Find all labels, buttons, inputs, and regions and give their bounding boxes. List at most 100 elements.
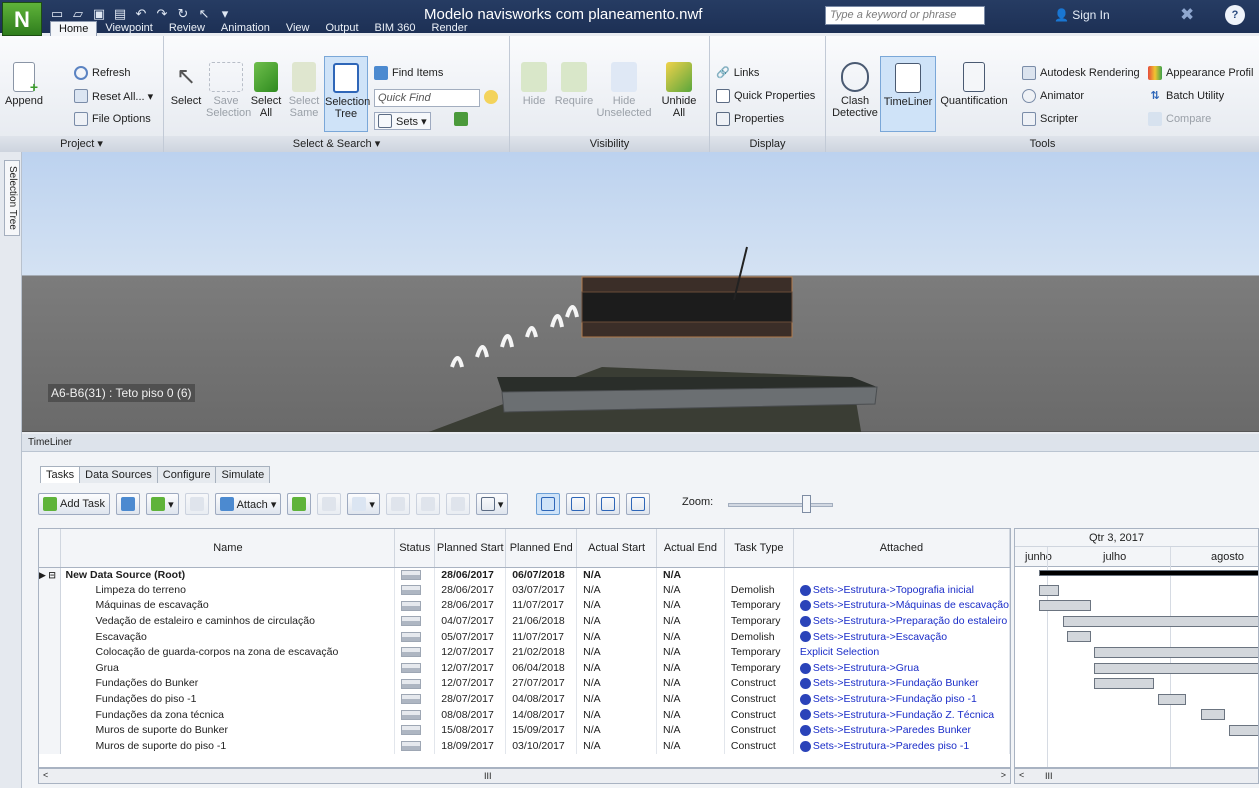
gantt-task-bar[interactable]: [1158, 693, 1186, 705]
column-header-planned-end[interactable]: Planned End: [505, 529, 578, 568]
table-row[interactable]: Grua 12/07/2017 06/04/2018 N/A N/A Temporary S…: [39, 660, 1010, 677]
quick-find-input[interactable]: Quick Find: [374, 89, 480, 107]
scroll-thumb-grip[interactable]: III: [484, 771, 492, 781]
tab-viewpoint[interactable]: Viewpoint: [97, 21, 161, 37]
indent-button[interactable]: [385, 493, 410, 515]
select-button[interactable]: ↖ Select: [168, 62, 204, 107]
autodesk-rendering-button[interactable]: Autodesk Rendering: [1022, 66, 1140, 80]
table-row[interactable]: Fundações do Bunker 12/07/2017 27/07/2017 N…: [39, 676, 1010, 692]
customize-qat-icon[interactable]: ▾: [218, 7, 232, 21]
gantt-task-bar[interactable]: [1067, 631, 1091, 643]
outdent-button[interactable]: [415, 493, 440, 515]
cell-sel[interactable]: [39, 722, 62, 739]
columns-button[interactable]: ▾: [475, 493, 509, 515]
column-header-actual-start[interactable]: Actual Start: [576, 529, 657, 568]
redo-icon[interactable]: ↷: [155, 7, 169, 21]
tab-output[interactable]: Output: [318, 21, 367, 37]
sets-dropdown[interactable]: Sets ▾: [374, 112, 431, 130]
auto-add-tasks-button[interactable]: [116, 493, 141, 515]
column-header-task-type[interactable]: Task Type: [724, 529, 794, 568]
project-panel-title[interactable]: Project ▾: [0, 136, 163, 152]
column-header-name[interactable]: Name: [60, 529, 396, 568]
show-grid-and-gantt-button[interactable]: [536, 493, 561, 515]
properties-button[interactable]: Properties: [716, 112, 784, 126]
gantt-task-bar[interactable]: [1229, 725, 1258, 736]
show-planned-vs-actual-button[interactable]: [626, 493, 651, 515]
tab-review[interactable]: Review: [161, 21, 213, 37]
table-row[interactable]: Colocação de guarda-corpos na zona de es…: [39, 644, 1010, 661]
3d-viewport[interactable]: [22, 152, 1259, 432]
unhide-all-button[interactable]: Unhide All: [656, 62, 702, 119]
table-row[interactable]: Fundações do piso -1 28/07/2017 04/08/2017…: [39, 691, 1010, 708]
save-icon[interactable]: ▣: [92, 7, 106, 21]
clash-detective-button[interactable]: Clash Detective: [830, 62, 880, 119]
exchange-icon[interactable]: ✖: [1180, 5, 1194, 25]
tab-animation[interactable]: Animation: [213, 21, 278, 37]
manage-sets-button[interactable]: [454, 112, 468, 126]
table-row[interactable]: Escavação 05/07/2017 11/07/2017 N/A N/A Demol…: [39, 629, 1010, 645]
hide-unselected-button[interactable]: Hide Unselected: [596, 62, 652, 119]
tab-bim360[interactable]: BIM 360: [367, 21, 424, 37]
select-cursor-icon[interactable]: ↖: [197, 7, 211, 21]
insert-task-button[interactable]: ▾: [146, 493, 179, 515]
gantt-task-bar[interactable]: [1201, 709, 1225, 721]
application-menu-button[interactable]: N: [2, 2, 42, 36]
reset-all-button[interactable]: Reset All... ▾: [74, 89, 153, 103]
zoom-slider-thumb[interactable]: [802, 495, 811, 513]
reset-attach-button[interactable]: [317, 493, 342, 515]
append-button[interactable]: + Append: [2, 62, 46, 107]
table-row[interactable]: Muros de suporte do Bunker 15/08/2017 15/0…: [39, 722, 1010, 739]
cell-sel[interactable]: [39, 691, 62, 708]
refresh-button[interactable]: Refresh: [74, 66, 131, 80]
compare-button[interactable]: Compare: [1148, 112, 1211, 126]
cell-sel[interactable]: [39, 629, 62, 645]
gantt-task-bar[interactable]: [1094, 647, 1258, 658]
show-planned-button[interactable]: [566, 493, 591, 515]
gantt-task-bar[interactable]: [1039, 584, 1059, 596]
table-row[interactable]: ▶ ⊟ New Data Source (Root) 28/06/2017 06/07…: [39, 567, 1010, 583]
scroll-left-icon[interactable]: <: [43, 770, 48, 780]
add-task-button[interactable]: Add Task: [38, 493, 111, 515]
cell-sel[interactable]: [39, 613, 62, 630]
help-icon[interactable]: ?: [1225, 5, 1245, 25]
cell-sel[interactable]: [39, 644, 62, 661]
column-header-actual-end[interactable]: Actual End: [656, 529, 725, 568]
print-icon[interactable]: ▤: [113, 7, 127, 21]
grid-horizontal-scrollbar[interactable]: < III >: [38, 768, 1011, 784]
add-comment-button[interactable]: [445, 493, 470, 515]
gantt-task-bar[interactable]: [1094, 678, 1154, 690]
scroll-right-icon[interactable]: >: [1001, 770, 1006, 780]
zoom-slider[interactable]: [728, 503, 833, 507]
timeliner-button[interactable]: TimeLiner: [880, 56, 936, 132]
find-items-tl-button[interactable]: ▾: [347, 493, 380, 515]
cell-sel[interactable]: [39, 707, 62, 723]
attach-button[interactable]: Attach ▾: [214, 493, 282, 515]
gantt-scroll-left-icon[interactable]: <: [1019, 770, 1024, 780]
appearance-profiler-button[interactable]: Appearance Profil: [1148, 66, 1253, 80]
column-header-status[interactable]: Status: [394, 529, 436, 568]
refresh-icon[interactable]: ↻: [176, 7, 190, 21]
table-row[interactable]: Fundações da zona técnica 08/08/2017 14/08…: [39, 707, 1010, 723]
select-same-button[interactable]: Select Same: [286, 62, 322, 119]
animator-button[interactable]: Animator: [1022, 89, 1084, 103]
tab-data-sources[interactable]: Data Sources: [79, 466, 158, 483]
quick-find-search-icon[interactable]: [484, 90, 498, 104]
quantification-button[interactable]: Quantification: [938, 62, 1010, 107]
cell-sel[interactable]: ▶ ⊟: [39, 567, 62, 583]
cell-sel[interactable]: [39, 582, 62, 599]
cell-sel[interactable]: [39, 660, 62, 677]
show-actual-button[interactable]: [596, 493, 621, 515]
cell-sel[interactable]: [39, 738, 62, 755]
quick-properties-button[interactable]: Quick Properties: [716, 89, 815, 103]
gantt-task-bar[interactable]: [1063, 615, 1258, 627]
open-file-icon[interactable]: ▱: [71, 7, 85, 21]
column-header-attached[interactable]: Attached: [793, 529, 1010, 568]
save-selection-button[interactable]: Save Selection: [206, 62, 251, 119]
gantt-task-bar[interactable]: [1039, 600, 1091, 612]
tab-render[interactable]: Render: [424, 21, 476, 37]
tab-simulate[interactable]: Simulate: [215, 466, 271, 483]
table-row[interactable]: Máquinas de escavação 28/06/2017 11/07/201…: [39, 598, 1010, 614]
gantt-task-bar[interactable]: [1094, 662, 1258, 674]
gantt-scroll-grip[interactable]: III: [1045, 771, 1053, 781]
table-row[interactable]: Muros de suporte do piso -1 18/09/2017 03/…: [39, 738, 1010, 755]
